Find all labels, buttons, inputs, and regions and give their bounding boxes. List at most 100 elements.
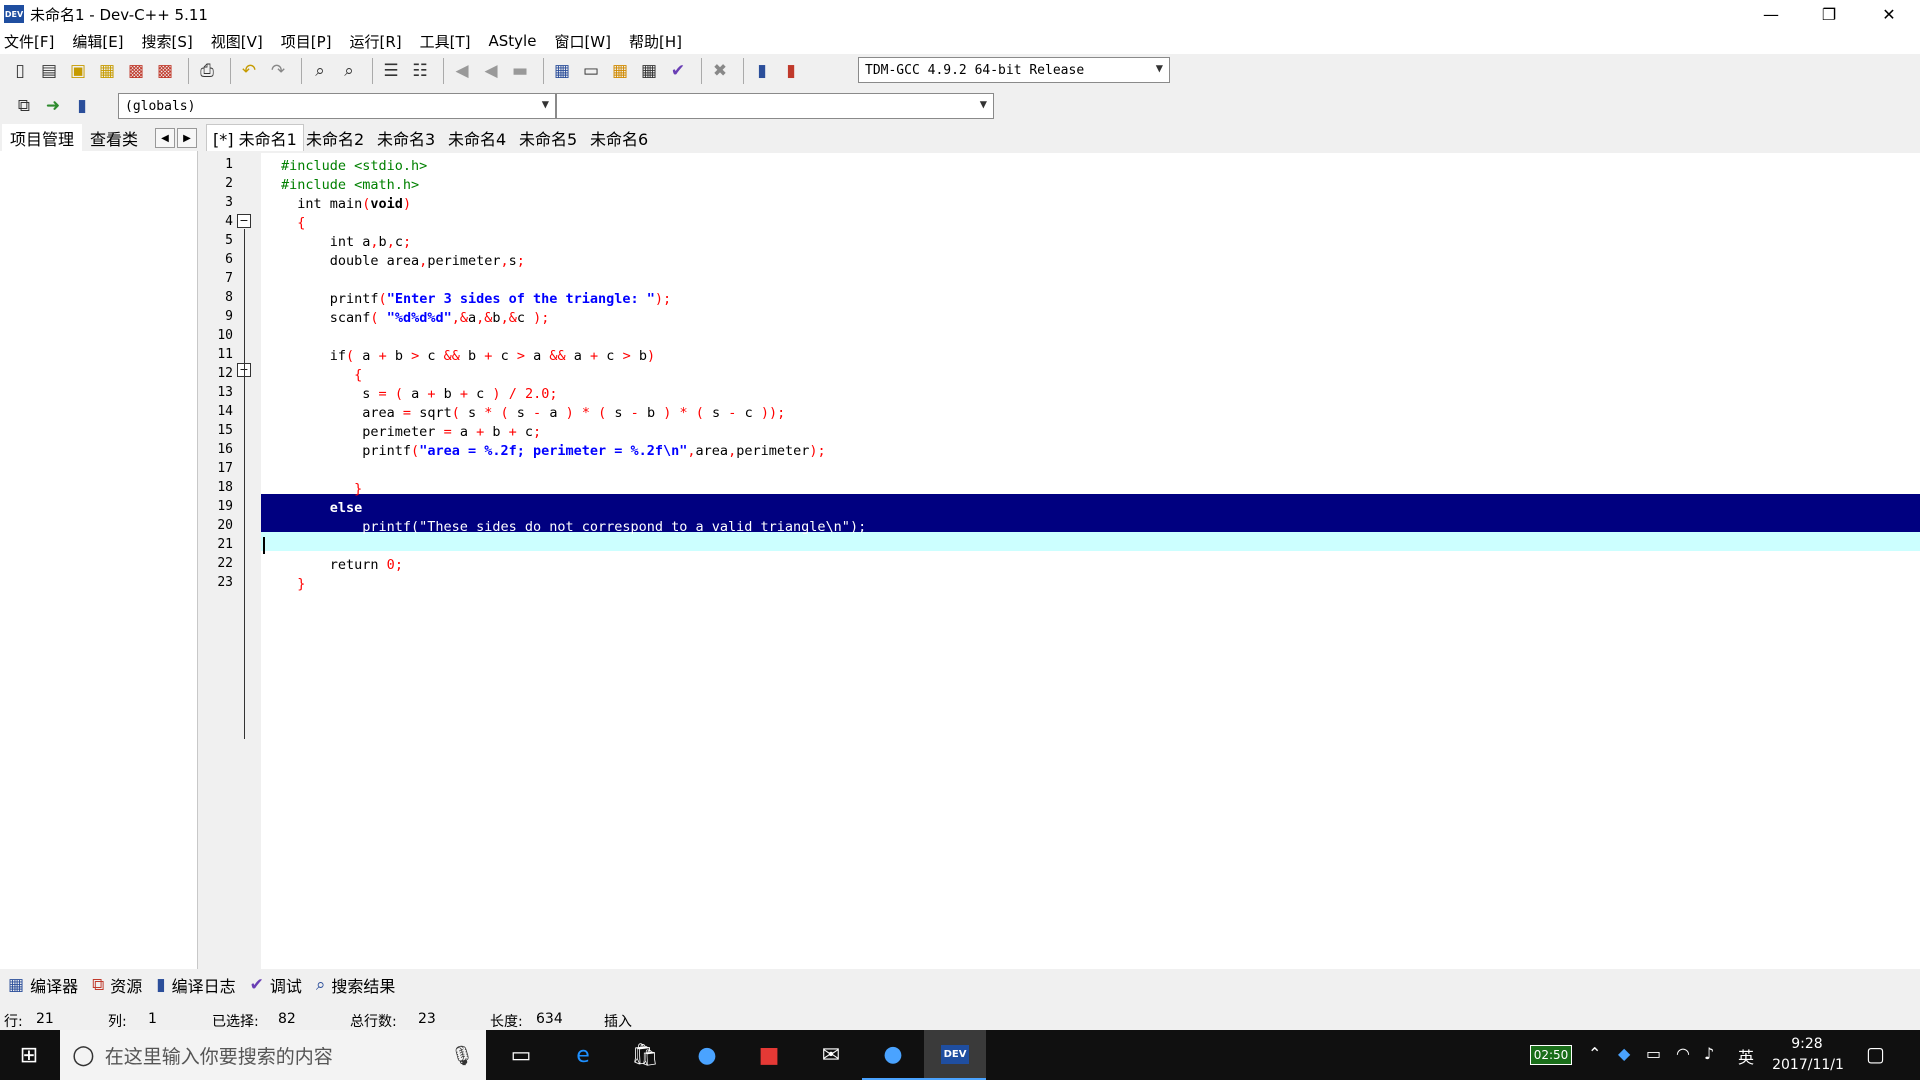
battery-timer[interactable]: 02:50 <box>1530 1045 1572 1065</box>
code-line[interactable]: else <box>281 499 363 518</box>
code-line[interactable]: perimeter = a + b + c; <box>281 423 541 442</box>
syntax-check-icon[interactable]: ✔ <box>666 59 690 83</box>
tray-app-icon[interactable]: ◆ <box>1618 1044 1630 1063</box>
code-line[interactable]: { <box>281 366 362 385</box>
tab-prev-icon[interactable]: ◀ <box>155 128 175 148</box>
store-icon[interactable]: 🛍 <box>614 1030 676 1080</box>
wifi-icon[interactable]: ◠ <box>1676 1044 1690 1063</box>
mail-icon[interactable]: ✉ <box>800 1030 862 1080</box>
devcpp-taskbar-icon[interactable]: DEV <box>924 1030 986 1080</box>
tab-resources[interactable]: ⧉ 资源 <box>92 973 142 997</box>
tab-file-1[interactable]: [*] 未命名1 <box>206 124 304 151</box>
restore-button[interactable]: ❐ <box>1800 0 1858 28</box>
fold-toggle-icon[interactable]: − <box>237 214 251 228</box>
code-line[interactable]: } <box>281 480 362 499</box>
code-line[interactable]: printf("Enter 3 sides of the triangle: "… <box>281 290 671 309</box>
app-l-icon[interactable]: ● <box>676 1030 738 1080</box>
menu-view[interactable]: 视图[V] <box>211 31 263 52</box>
compile-run-icon[interactable]: ▦ <box>608 59 632 83</box>
menu-window[interactable]: 窗口[W] <box>554 31 611 52</box>
notification-icon[interactable]: ▢ <box>1866 1042 1885 1066</box>
menu-edit[interactable]: 编辑[E] <box>72 31 123 52</box>
bookmark-forward-icon[interactable]: ◀ <box>479 59 503 83</box>
clock-date[interactable]: 2017/11/1 <box>1766 1057 1850 1073</box>
insert-icon[interactable]: ▮ <box>70 94 94 118</box>
tab-compiler[interactable]: ▦ 编译器 <box>8 973 78 997</box>
code-line[interactable]: return 0; <box>281 556 403 575</box>
profile-chart-icon[interactable]: ▮ <box>750 59 774 83</box>
tab-class-browser[interactable]: 查看类 <box>82 124 146 151</box>
unindent-icon[interactable]: ☷ <box>408 59 432 83</box>
delete-profile-icon[interactable]: ▮ <box>779 59 803 83</box>
replace-icon[interactable]: ⌕ <box>337 59 361 83</box>
menu-tools[interactable]: 工具[T] <box>420 31 471 52</box>
code-line[interactable]: int a,b,c; <box>281 233 411 252</box>
menu-project[interactable]: 项目[P] <box>281 31 332 52</box>
minimize-button[interactable]: — <box>1742 0 1800 28</box>
tab-compile-log[interactable]: ▮ 编译日志 <box>156 973 235 997</box>
code-editor[interactable]: 1 2 3 4 5 6 7 8 9 10 11 12 13 14 15 16 17 18 19 20 21 22 23 #i… <box>207 153 1920 969</box>
code-line[interactable]: int main(void) <box>281 195 411 214</box>
new-file-icon[interactable]: ▯ <box>8 59 32 83</box>
code-line[interactable]: s = ( a + b + c ) / 2.0; <box>281 385 557 404</box>
microphone-icon[interactable]: 🎙 <box>450 1044 474 1067</box>
tab-file-2[interactable]: 未命名2 <box>300 124 370 151</box>
toggle-bookmark-icon[interactable]: ▬ <box>508 59 532 83</box>
windows-start-icon[interactable]: ⊞ <box>0 1030 58 1080</box>
edge-browser-icon[interactable]: e <box>552 1030 614 1080</box>
code-line[interactable]: #include <stdio.h> <box>281 157 427 176</box>
tab-file-4[interactable]: 未命名4 <box>442 124 512 151</box>
project-panel[interactable] <box>0 151 198 969</box>
volume-icon[interactable]: ♪ <box>1704 1044 1714 1063</box>
menu-file[interactable]: 文件[F] <box>4 31 54 52</box>
code-line[interactable]: if( a + b > c && b + c > a && a + c > b) <box>281 347 655 366</box>
code-line[interactable]: area = sqrt( s * ( s - a ) * ( s - b ) *… <box>281 404 785 423</box>
stop-execution-icon[interactable]: ✖ <box>708 59 732 83</box>
code-line[interactable]: double area,perimeter,s; <box>281 252 525 271</box>
close-all-icon[interactable]: ▩ <box>153 59 177 83</box>
close-file-icon[interactable]: ▩ <box>124 59 148 83</box>
tab-file-3[interactable]: 未命名3 <box>371 124 441 151</box>
task-view-icon[interactable]: ▭ <box>490 1030 552 1080</box>
battery-icon[interactable]: ▭ <box>1646 1044 1661 1063</box>
sogou-icon[interactable]: ● <box>862 1030 924 1080</box>
menu-search[interactable]: 搜索[S] <box>142 31 193 52</box>
code-line[interactable]: scanf( "%d%d%d",&a,&b,&c ); <box>281 309 550 328</box>
taskbar-search[interactable]: ○ 在这里输入你要搜索的内容 🎙 <box>60 1030 486 1080</box>
tab-next-icon[interactable]: ▶ <box>177 128 197 148</box>
tab-debug[interactable]: ✔ 调试 <box>250 973 302 997</box>
menu-help[interactable]: 帮助[H] <box>629 31 682 52</box>
run-icon[interactable]: ▭ <box>579 59 603 83</box>
redo-icon[interactable]: ↷ <box>266 59 290 83</box>
code-line[interactable]: #include <math.h> <box>281 176 419 195</box>
code-line[interactable]: printf("These sides do not correspond to… <box>281 518 866 537</box>
compiler-select[interactable]: TDM-GCC 4.9.2 64-bit Release ▼ <box>858 57 1170 83</box>
tab-file-6[interactable]: 未命名6 <box>584 124 654 151</box>
chevron-up-icon[interactable]: ⌃ <box>1588 1044 1601 1063</box>
goto-icon[interactable]: ➜ <box>41 94 65 118</box>
save-icon[interactable]: ▣ <box>66 59 90 83</box>
ime-indicator[interactable]: 英 <box>1738 1044 1754 1068</box>
new-class-icon[interactable]: ⧉ <box>12 94 36 118</box>
tab-project-manager[interactable]: 项目管理 <box>2 124 83 151</box>
rebuild-icon[interactable]: ▦ <box>637 59 661 83</box>
menu-astyle[interactable]: AStyle <box>489 32 537 50</box>
clock-time[interactable]: 9:28 <box>1774 1036 1840 1052</box>
bookmark-back-icon[interactable]: ◀ <box>450 59 474 83</box>
code-line[interactable]: printf("area = %.2f; perimeter = %.2f\n"… <box>281 442 825 461</box>
indent-icon[interactable]: ☰ <box>379 59 403 83</box>
code-line[interactable]: { <box>281 214 305 233</box>
compile-icon[interactable]: ▦ <box>550 59 574 83</box>
app-red-icon[interactable]: ■ <box>738 1030 800 1080</box>
tab-search-results[interactable]: ⌕ 搜索结果 <box>316 973 396 997</box>
tab-file-5[interactable]: 未命名5 <box>513 124 583 151</box>
scope-select[interactable]: (globals) ▼ <box>118 93 556 119</box>
save-all-icon[interactable]: ▦ <box>95 59 119 83</box>
undo-icon[interactable]: ↶ <box>237 59 261 83</box>
close-button[interactable]: ✕ <box>1860 0 1918 28</box>
print-icon[interactable]: ⎙ <box>195 59 219 83</box>
find-icon[interactable]: ⌕ <box>308 59 332 83</box>
member-select[interactable]: ▼ <box>556 93 994 119</box>
menu-run[interactable]: 运行[R] <box>349 31 401 52</box>
code-line[interactable]: } <box>281 575 305 594</box>
